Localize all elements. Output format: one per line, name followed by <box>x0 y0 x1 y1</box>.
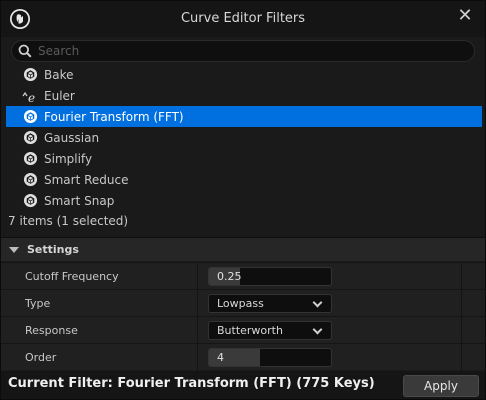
items-count: 7 items (1 selected) <box>8 214 129 228</box>
list-item-smart-reduce[interactable]: Smart Reduce <box>6 169 482 190</box>
column-divider <box>197 344 198 371</box>
column-divider <box>461 263 462 290</box>
filter-list: Bake e Euler Fourier Transform (FFT) Gau… <box>6 64 482 212</box>
type-label: Type <box>25 297 51 310</box>
order-input[interactable]: 4 <box>208 348 332 367</box>
footer: Current Filter: Fourier Transform (FFT) … <box>1 371 485 399</box>
current-filter-status: Current Filter: Fourier Transform (FFT) … <box>8 376 375 391</box>
unreal-cube-icon <box>22 109 38 125</box>
cutoff-frequency-label: Cutoff Frequency <box>25 270 119 283</box>
response-dropdown[interactable]: Butterworth <box>208 321 332 340</box>
response-row: Response Butterworth <box>1 316 485 344</box>
search-box[interactable] <box>11 40 475 62</box>
order-label: Order <box>25 351 57 364</box>
list-item-label: Smart Snap <box>44 193 115 208</box>
response-label: Response <box>25 324 78 337</box>
order-row: Order 4 <box>1 343 485 371</box>
collapse-arrow-icon <box>9 246 19 253</box>
unreal-cube-icon <box>22 172 38 188</box>
search-icon <box>18 44 32 58</box>
list-item-bake[interactable]: Bake <box>6 64 482 85</box>
curve-editor-filters-window: Curve Editor Filters ✕ Bake e Euler Four… <box>0 0 486 400</box>
response-value: Butterworth <box>217 324 283 337</box>
cutoff-frequency-input[interactable]: 0.25 <box>208 267 332 286</box>
euler-icon: e <box>22 88 38 104</box>
list-item-smart-snap[interactable]: Smart Snap <box>6 190 482 211</box>
svg-text:e: e <box>28 91 35 104</box>
list-item-fourier-transform[interactable]: Fourier Transform (FFT) <box>6 106 482 127</box>
search-input[interactable] <box>38 42 468 60</box>
list-item-simplify[interactable]: Simplify <box>6 148 482 169</box>
window-title: Curve Editor Filters <box>180 11 306 26</box>
column-divider <box>461 344 462 371</box>
list-item-label: Smart Reduce <box>44 172 129 187</box>
unreal-cube-icon <box>22 193 38 209</box>
unreal-cube-icon <box>22 151 38 167</box>
list-item-label: Bake <box>44 67 74 82</box>
chevron-down-icon <box>312 324 323 335</box>
list-item-gaussian[interactable]: Gaussian <box>6 127 482 148</box>
unreal-cube-icon <box>22 130 38 146</box>
list-item-label: Simplify <box>44 151 93 166</box>
settings-header-label: Settings <box>27 243 79 256</box>
order-value: 4 <box>217 351 224 364</box>
type-value: Lowpass <box>217 297 264 310</box>
apply-button[interactable]: Apply <box>403 375 479 397</box>
chevron-down-icon <box>312 297 323 308</box>
column-divider <box>461 290 462 317</box>
title-bar: Curve Editor Filters ✕ <box>1 1 485 37</box>
type-row: Type Lowpass <box>1 289 485 317</box>
list-item-label: Euler <box>44 88 75 103</box>
column-divider <box>197 290 198 317</box>
list-item-label: Fourier Transform (FFT) <box>44 109 184 124</box>
unreal-cube-icon <box>22 67 38 83</box>
column-divider <box>197 263 198 290</box>
close-icon[interactable]: ✕ <box>455 6 475 26</box>
cutoff-frequency-row: Cutoff Frequency 0.25 <box>1 262 485 290</box>
list-item-euler[interactable]: e Euler <box>6 85 482 106</box>
column-divider <box>197 317 198 344</box>
list-item-label: Gaussian <box>44 130 100 145</box>
type-dropdown[interactable]: Lowpass <box>208 294 332 313</box>
column-divider <box>461 317 462 344</box>
cutoff-frequency-value: 0.25 <box>217 270 242 283</box>
settings-section-header[interactable]: Settings <box>1 237 485 261</box>
